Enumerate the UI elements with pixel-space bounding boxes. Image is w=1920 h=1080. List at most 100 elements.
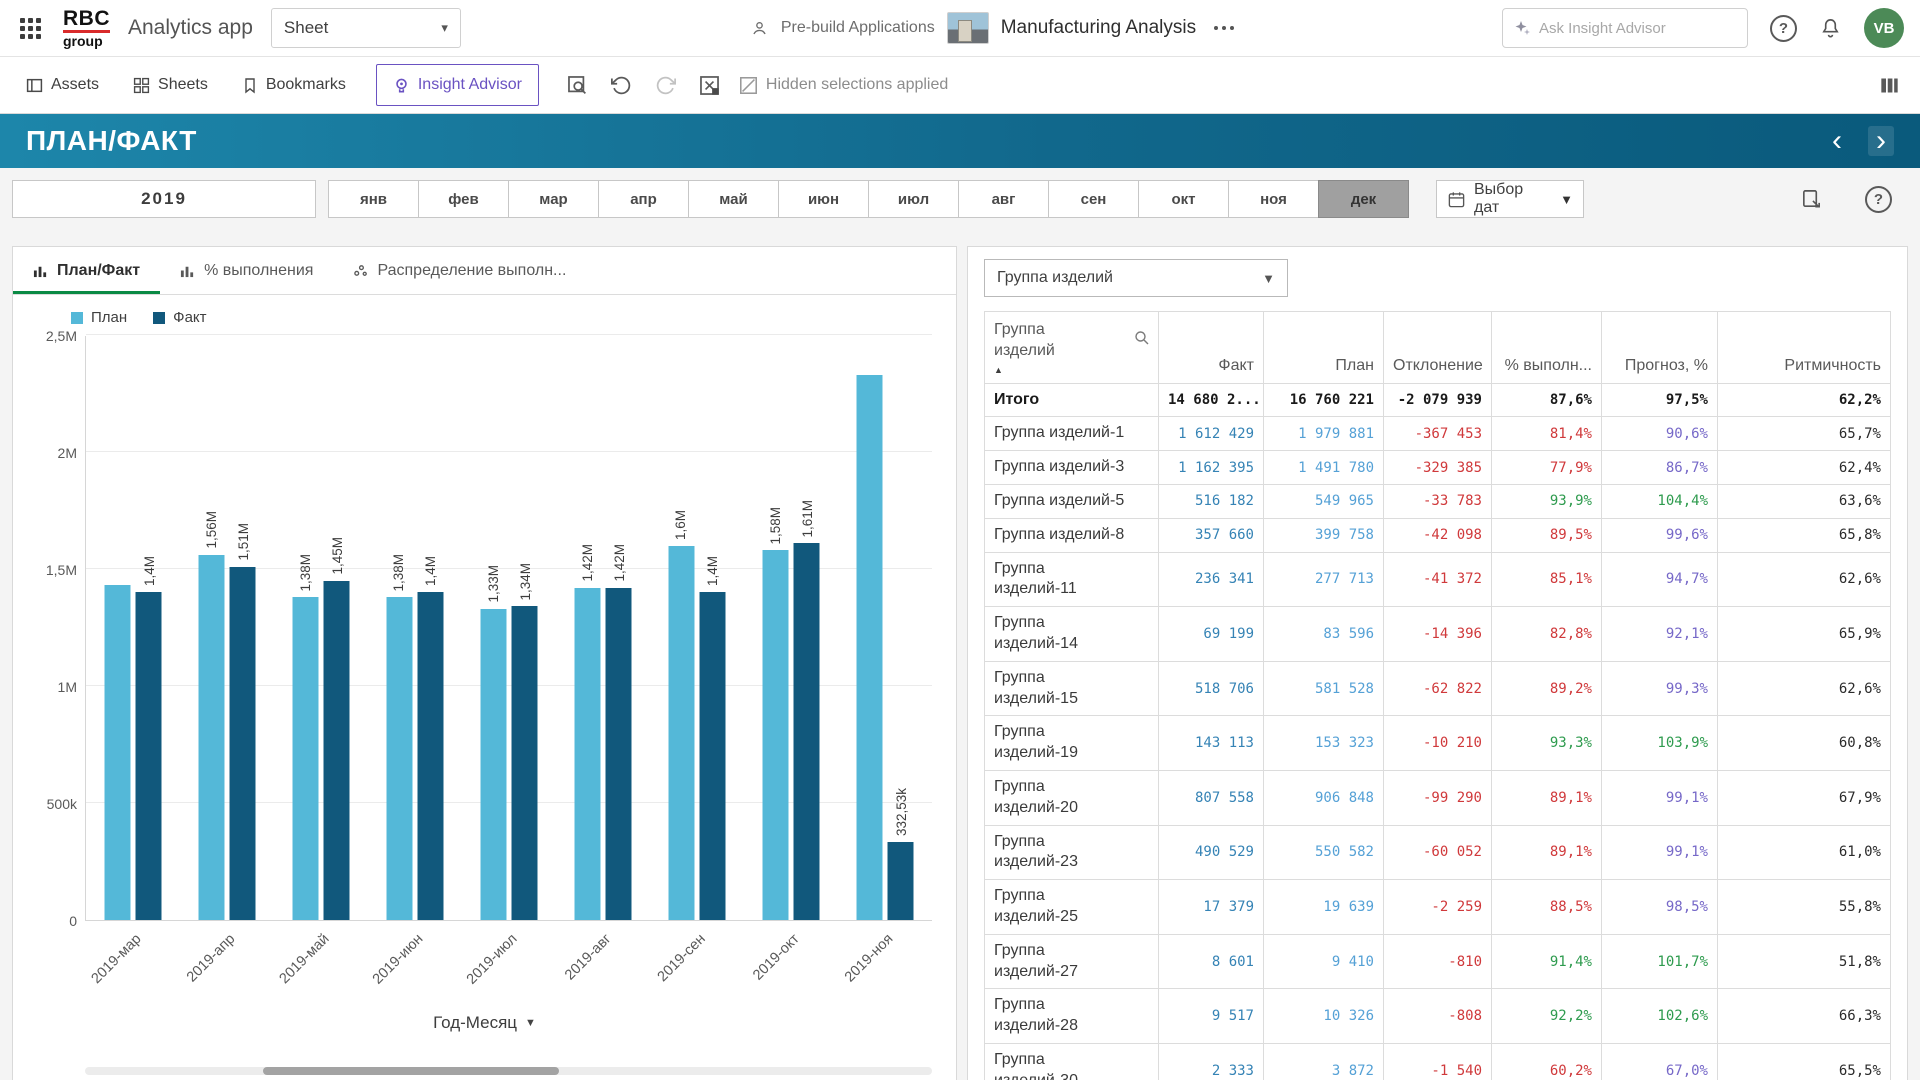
cell-plan: 906 848 [1264, 770, 1384, 825]
grid-menu-icon[interactable] [16, 14, 45, 43]
month-button-фев[interactable]: фев [418, 180, 509, 218]
cell-pct-done: 93,3% [1492, 716, 1602, 771]
column-header-6[interactable]: Ритмичность [1718, 312, 1891, 384]
date-picker-button[interactable]: Выбор дат ▼ [1436, 180, 1584, 218]
bar-plan-2019-сен[interactable] [668, 546, 694, 920]
month-button-мар[interactable]: мар [508, 180, 599, 218]
help-icon[interactable]: ? [1770, 15, 1797, 42]
column-header-2[interactable]: План [1264, 312, 1384, 384]
year-filter[interactable]: 2019 [12, 180, 316, 218]
cell-group-name[interactable]: Группаизделий-19 [985, 716, 1159, 771]
cell-deviation: -808 [1384, 989, 1492, 1044]
prev-sheet-button[interactable]: ‹ [1824, 126, 1850, 156]
prebuild-label[interactable]: Pre-build Applications [781, 19, 935, 37]
insight-advisor-search[interactable] [1502, 8, 1748, 48]
column-header-5[interactable]: Прогноз, % [1602, 312, 1718, 384]
bar-plan-2019-мар[interactable] [105, 585, 131, 920]
bar-plan-2019-окт[interactable] [763, 550, 789, 920]
hidden-selections-icon [739, 76, 758, 95]
insight-advisor-button[interactable]: Insight Advisor [376, 64, 539, 106]
bar-plan-2019-ноя[interactable] [857, 375, 883, 920]
chart-tab-1[interactable]: План/Факт [13, 247, 160, 294]
month-button-дек[interactable]: дек [1318, 180, 1409, 218]
month-button-апр[interactable]: апр [598, 180, 689, 218]
bar-plan-2019-июл[interactable] [481, 609, 507, 920]
bar-plan-2019-июн[interactable] [386, 597, 412, 920]
month-button-янв[interactable]: янв [328, 180, 419, 218]
selections-panel-icon[interactable] [1800, 188, 1823, 211]
avatar[interactable]: VB [1864, 8, 1904, 48]
cell-group-name[interactable]: Группаизделий-14 [985, 607, 1159, 662]
column-header-1[interactable]: Факт [1159, 312, 1264, 384]
column-header-4[interactable]: % выполн... [1492, 312, 1602, 384]
more-options-icon[interactable] [1208, 20, 1240, 36]
logo-text-top: RBC [63, 8, 110, 33]
cell-group-name[interactable]: Группа изделий-3 [985, 451, 1159, 485]
bar-fact-2019-авг[interactable] [606, 588, 632, 920]
cell-forecast: 101,7% [1602, 934, 1718, 989]
bar-fact-2019-июл[interactable] [512, 606, 538, 920]
column-header-group[interactable]: Группа изделий▲ [985, 312, 1159, 384]
bar-plan-2019-апр[interactable] [199, 555, 225, 920]
cell-group-name[interactable]: Группа изделий-8 [985, 518, 1159, 552]
month-button-сен[interactable]: сен [1048, 180, 1139, 218]
cell-group-name[interactable]: Группаизделий-20 [985, 770, 1159, 825]
step-back-icon[interactable] [603, 66, 641, 104]
chart-tab-3[interactable]: Распределение выполн... [333, 247, 586, 294]
chart-tab-2[interactable]: % выполнения [160, 247, 333, 294]
bar-fact-2019-июн[interactable] [417, 592, 443, 920]
cell-group-name[interactable]: Группа изделий-1 [985, 417, 1159, 451]
chart-hscrollbar-thumb[interactable] [263, 1067, 559, 1075]
cell-group-name[interactable]: Группаизделий-23 [985, 825, 1159, 880]
bar-fact-2019-апр[interactable] [230, 567, 256, 920]
bar-fact-2019-май[interactable] [324, 581, 350, 920]
cell-group-name[interactable]: Группаизделий-30 [985, 1043, 1159, 1080]
step-forward-icon[interactable] [647, 66, 685, 104]
assets-button[interactable]: Assets [12, 68, 113, 102]
month-button-июл[interactable]: июл [868, 180, 959, 218]
cell-rhythm: 65,7% [1718, 417, 1891, 451]
cell-group-name[interactable]: Группаизделий-11 [985, 552, 1159, 607]
cell-group-name[interactable]: Группаизделий-15 [985, 661, 1159, 716]
bar-pair [481, 606, 538, 920]
month-button-авг[interactable]: авг [958, 180, 1049, 218]
month-button-окт[interactable]: окт [1138, 180, 1229, 218]
clear-selections-icon[interactable] [691, 66, 729, 104]
table-row: Группаизделий-15518 706581 528-62 82289,… [985, 661, 1891, 716]
month-button-май[interactable]: май [688, 180, 779, 218]
group-filter-dropdown[interactable]: Группа изделий ▼ [984, 259, 1288, 297]
next-sheet-button[interactable]: › [1868, 126, 1894, 156]
sheet-help-icon[interactable]: ? [1865, 186, 1892, 213]
cell-group-name[interactable]: Группаизделий-25 [985, 880, 1159, 935]
month-button-июн[interactable]: июн [778, 180, 869, 218]
bar-fact-2019-мар[interactable] [136, 592, 162, 920]
x-axis-title[interactable]: Год-Месяц ▼ [13, 1013, 956, 1033]
bar-plan-2019-май[interactable] [293, 597, 319, 920]
notifications-icon[interactable] [1819, 17, 1842, 40]
table-row: Группа изделий-5516 182549 965-33 78393,… [985, 484, 1891, 518]
cell-deviation: -329 385 [1384, 451, 1492, 485]
chart-hscrollbar[interactable] [85, 1067, 932, 1075]
sheets-button[interactable]: Sheets [119, 68, 222, 102]
bar-fact-2019-сен[interactable] [699, 592, 725, 920]
column-header-3[interactable]: Отклонение [1384, 312, 1492, 384]
bar-fact-2019-ноя[interactable] [888, 842, 914, 920]
search-input[interactable] [1539, 20, 1737, 37]
bar-fact-2019-окт[interactable] [794, 543, 820, 920]
bar-group-2019-июл: 1,33M1,34M2019-июл [462, 336, 556, 920]
bookmarks-button[interactable]: Bookmarks [228, 68, 360, 102]
app-thumbnail[interactable] [947, 12, 989, 44]
grid-view-icon[interactable] [1870, 66, 1908, 104]
current-app-name[interactable]: Manufacturing Analysis [1001, 17, 1196, 39]
selections-tool-icon[interactable] [559, 66, 597, 104]
month-button-ноя[interactable]: ноя [1228, 180, 1319, 218]
legend-item-План[interactable]: План [71, 309, 127, 326]
bar-chart: 0500k1M1,5M2M2,5M 1,4M2019-мар1,56M1,51M… [31, 336, 938, 921]
search-icon[interactable] [1134, 330, 1150, 346]
bar-plan-2019-авг[interactable] [575, 588, 601, 920]
cell-group-name[interactable]: Группа изделий-5 [985, 484, 1159, 518]
cell-group-name[interactable]: Группаизделий-28 [985, 989, 1159, 1044]
cell-group-name[interactable]: Группаизделий-27 [985, 934, 1159, 989]
sheet-selector[interactable]: Sheet ▾ [271, 8, 461, 48]
legend-item-Факт[interactable]: Факт [153, 309, 206, 326]
